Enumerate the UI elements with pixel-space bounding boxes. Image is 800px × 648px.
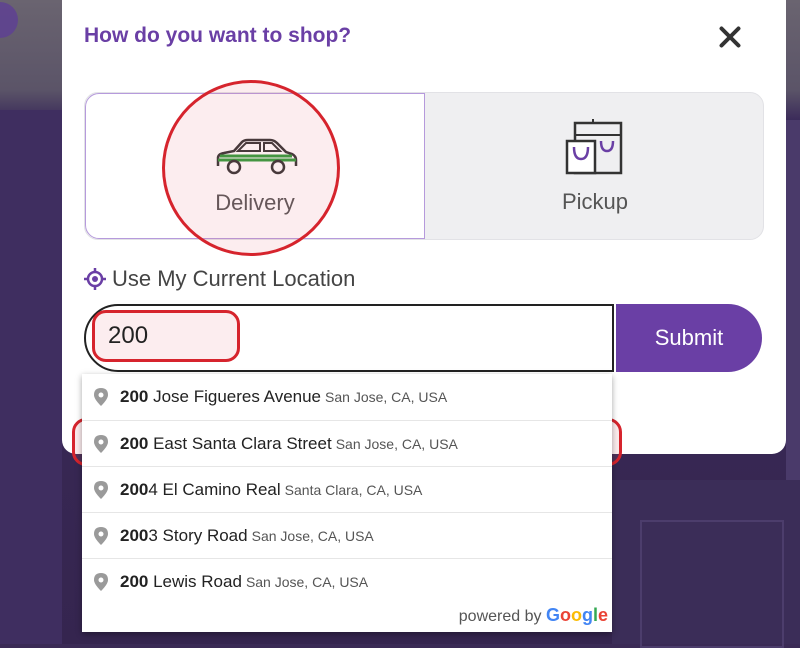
use-current-location-label: Use My Current Location	[112, 266, 356, 291]
suggestion-main: 200 Jose Figueres Avenue	[120, 387, 322, 406]
submit-button[interactable]: Submit	[616, 304, 762, 372]
map-pin-icon	[94, 573, 108, 591]
pickup-label: Pickup	[561, 189, 629, 214]
google-attribution: powered by Google	[459, 605, 608, 626]
suggestion-secondary: Santa Clara, CA, USA	[284, 482, 423, 498]
map-pin-icon	[94, 435, 108, 453]
map-pin-icon	[94, 481, 108, 499]
suggestion-secondary: San Jose, CA, USA	[325, 389, 448, 405]
pickup-option[interactable]: Pickup	[425, 93, 763, 239]
suggestion-secondary: San Jose, CA, USA	[335, 436, 458, 452]
google-logo: Google	[545, 605, 608, 625]
background-frame	[640, 520, 784, 648]
suggestion-item[interactable]: 200 East Santa Clara Street San Jose, CA…	[82, 420, 612, 467]
suggestion-secondary: San Jose, CA, USA	[245, 574, 369, 590]
map-pin-icon	[94, 388, 108, 406]
suggestion-item[interactable]: 200 Lewis Road San Jose, CA, USA	[82, 558, 612, 605]
suggestion-item[interactable]: 2003 Story Road San Jose, CA, USA	[82, 512, 612, 559]
suggestion-item[interactable]: 200 Jose Figueres Avenue San Jose, CA, U…	[82, 374, 612, 420]
shopping-bag-icon	[565, 119, 623, 175]
modal-title: How do you want to shop?	[84, 24, 352, 47]
suggestion-main: 2003 Story Road	[120, 526, 248, 545]
attribution-prefix: powered by	[458, 608, 542, 625]
suggestion-item[interactable]: 2004 El Camino Real Santa Clara, CA, USA	[82, 466, 612, 513]
address-suggestions: 200 Jose Figueres Avenue San Jose, CA, U…	[82, 374, 612, 632]
background-panel-left	[0, 110, 62, 644]
address-input-value: 200	[108, 322, 149, 349]
suggestion-main: 2004 El Camino Real	[120, 480, 281, 499]
suggestion-main: 200 East Santa Clara Street	[120, 434, 332, 453]
close-icon[interactable]	[712, 18, 750, 56]
suggestion-main: 200 Lewis Road	[120, 572, 242, 591]
map-pin-icon	[94, 527, 108, 545]
use-current-location-link[interactable]: Use My Current Location	[84, 266, 355, 292]
suggestion-secondary: San Jose, CA, USA	[251, 528, 374, 544]
location-target-icon	[84, 268, 106, 290]
delivery-highlight-ring	[162, 80, 340, 256]
